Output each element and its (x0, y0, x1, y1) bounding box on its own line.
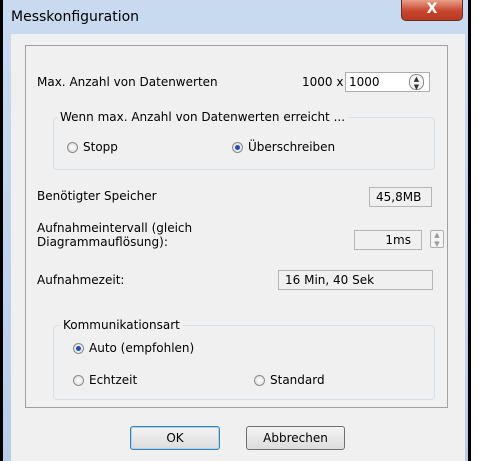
settings-panel: Max. Anzahl von Datenwerten 1000 x 1000 … (25, 45, 448, 408)
ok-button[interactable]: OK (130, 426, 220, 450)
radio-echtzeit[interactable]: Echtzeit (73, 373, 137, 387)
memory-label: Benötigter Speicher (37, 189, 157, 203)
max-values-value: 1000 (349, 75, 380, 89)
dialog-client-area: Max. Anzahl von Datenwerten 1000 x 1000 … (11, 34, 465, 461)
dialog-window: Messkonfiguration X Max. Anzahl von Date… (3, 0, 468, 461)
close-icon: X (426, 1, 438, 17)
max-values-multiplier: 1000 x (302, 75, 344, 89)
communication-group-title: Kommunikationsart (60, 318, 183, 332)
radio-ueberschreiben[interactable]: Überschreiben (232, 140, 335, 154)
max-values-label: Max. Anzahl von Datenwerten (37, 75, 218, 89)
window-edge-right (468, 0, 471, 461)
radio-auto-icon[interactable] (73, 342, 84, 354)
duration-field: 16 Min, 40 Sek (278, 270, 433, 290)
duration-value: 16 Min, 40 Sek (285, 273, 375, 287)
radio-standard-icon[interactable] (254, 374, 265, 386)
interval-spin-down-icon[interactable]: ▼ (431, 240, 443, 248)
radio-standard-label: Standard (270, 373, 325, 387)
interval-label-line2: Diagrammauflösung): (37, 235, 168, 249)
radio-echtzeit-label: Echtzeit (89, 373, 138, 387)
spin-down-icon[interactable]: ▼ (410, 83, 423, 91)
radio-echtzeit-icon[interactable] (73, 374, 84, 386)
interval-value: 1ms (385, 233, 411, 247)
interval-spin-up-icon[interactable]: ▲ (431, 231, 443, 239)
radio-auto-label: Auto (empfohlen) (89, 341, 195, 355)
title-bar[interactable]: Messkonfiguration X (3, 0, 468, 34)
interval-label: Aufnahmeintervall (gleich Diagrammauflös… (37, 221, 192, 249)
window-title: Messkonfiguration (11, 9, 140, 25)
spin-up-icon[interactable]: ▲ (410, 75, 423, 83)
radio-stopp[interactable]: Stopp (67, 140, 118, 154)
radio-auto[interactable]: Auto (empfohlen) (73, 341, 194, 355)
interval-field[interactable]: 1ms (354, 230, 422, 250)
max-values-spinner[interactable]: ▲ ▼ (409, 74, 424, 91)
radio-ueberschreiben-icon[interactable] (232, 141, 243, 153)
radio-standard[interactable]: Standard (254, 373, 325, 387)
interval-label-line1: Aufnahmeintervall (gleich (37, 221, 193, 235)
radio-stopp-label: Stopp (83, 140, 118, 154)
memory-field: 45,8MB (369, 187, 432, 207)
radio-stopp-icon[interactable] (67, 141, 78, 153)
close-button[interactable]: X (401, 0, 463, 21)
communication-group: Kommunikationsart Auto (empfohlen) Echtz… (53, 318, 435, 400)
duration-label: Aufnahmezeit: (37, 273, 125, 287)
cancel-button[interactable]: Abbrechen (246, 426, 345, 450)
interval-spinner[interactable]: ▲ ▼ (430, 230, 444, 248)
radio-ueberschreiben-label: Überschreiben (248, 140, 336, 154)
overflow-group-title: Wenn max. Anzahl von Datenwerten erreich… (57, 110, 349, 124)
overflow-group: Wenn max. Anzahl von Datenwerten erreich… (53, 110, 435, 170)
memory-value: 45,8MB (376, 190, 422, 204)
